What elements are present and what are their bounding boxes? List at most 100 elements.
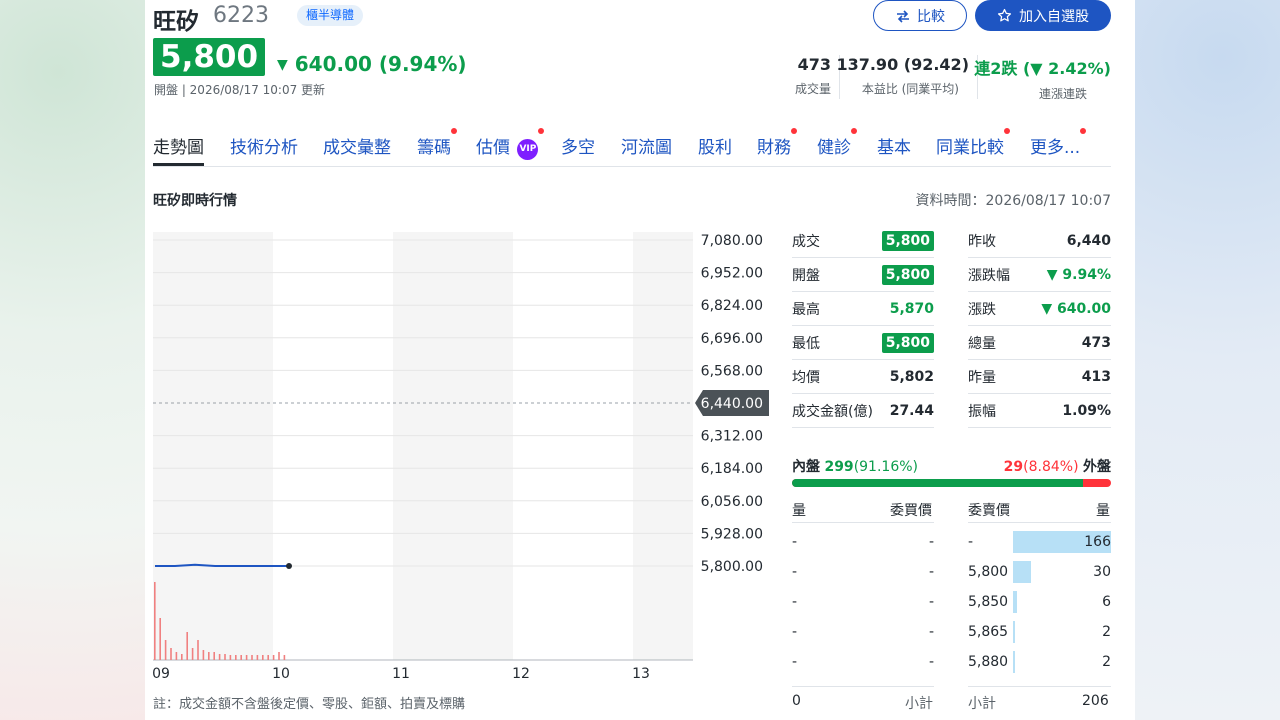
tab-chips[interactable]: 籌碼: [417, 128, 457, 158]
tab-label: 基本: [877, 138, 911, 158]
stat-value: 473: [797, 55, 831, 74]
quote-value: 473: [1081, 334, 1111, 351]
background-right: [1135, 0, 1280, 720]
tab-technical[interactable]: 技術分析: [230, 133, 298, 158]
quote-value: 5,802: [889, 368, 934, 385]
quote-label: 成交: [792, 233, 820, 250]
quote-label: 成交金額(億): [792, 403, 873, 420]
volume-bar: [224, 654, 226, 660]
reference-price-label: 6,440.00: [701, 396, 763, 412]
intraday-chart[interactable]: 7,080.00 6,952.00 6,824.00 6,696.00 6,568.00…: [153, 232, 773, 680]
bid-price: -: [928, 654, 934, 670]
hour-band: [393, 232, 513, 660]
quote-row-right: 總量 473: [968, 326, 1111, 360]
tab-peer-comparison[interactable]: 同業比較: [936, 128, 1010, 158]
tab-trend[interactable]: 走勢圖: [153, 133, 204, 166]
x-tick-label: 12: [512, 666, 530, 680]
bid-volume: -: [792, 534, 798, 550]
vip-badge: VIP: [517, 139, 539, 160]
hour-band: [153, 232, 273, 660]
quote-label: 最低: [792, 335, 820, 352]
footnote: 註：成交金額不含盤後定價、零股、鉅額、拍賣及標購: [153, 697, 466, 712]
x-tick-label: 13: [632, 666, 650, 680]
quote-row-left: 最低 5,800: [792, 326, 934, 360]
quote-row-left: 均價 5,802: [792, 360, 934, 394]
quote-label: 漲跌: [968, 301, 996, 318]
tab-label: 估價: [476, 138, 510, 158]
quote-label: 最高: [792, 301, 820, 318]
quote-row-left: 最高 5,870: [792, 292, 934, 326]
hour-band: [273, 232, 393, 660]
ask-price: 5,865: [968, 624, 1009, 640]
ask-subtotal-label: 小計: [968, 696, 996, 712]
y-tick-label: 5,800.00: [701, 559, 763, 575]
volume-bar: [202, 650, 205, 660]
volume-bar: [278, 652, 280, 660]
tab-more[interactable]: 更多...: [1030, 128, 1087, 158]
tab-label: 同業比較: [936, 138, 1004, 158]
notification-dot: [538, 128, 545, 134]
ask-volume-bar: [1013, 591, 1017, 613]
add-watchlist-button[interactable]: 加入自選股: [975, 0, 1111, 31]
volume-bar: [283, 655, 286, 660]
volume-bar: [197, 640, 199, 660]
quote-label: 振幅: [968, 403, 996, 420]
quote-row-right: 昨收 6,440: [968, 224, 1111, 258]
volume-bar: [235, 655, 237, 660]
ask-price: 5,800: [968, 564, 1009, 580]
tab-trade-summary[interactable]: 成交彙整: [323, 133, 391, 158]
bid-volume: -: [792, 564, 798, 580]
quote-row-right: 漲跌幅 ▼ 9.94%: [968, 258, 1111, 292]
compare-icon: [897, 9, 909, 23]
stock-code: 6223: [213, 3, 269, 28]
ask-volume-header: 量: [1096, 503, 1110, 519]
ask-volume: 6: [1102, 594, 1111, 610]
y-tick-label: 5,928.00: [701, 526, 763, 542]
tab-dividend[interactable]: 股利: [698, 133, 732, 158]
tab-valuation[interactable]: 估價 VIP: [476, 128, 545, 160]
quote-value: 5,800: [881, 230, 934, 251]
outer-pct: (8.84%): [1023, 459, 1079, 475]
industry-tag[interactable]: 櫃半導體: [297, 5, 364, 26]
tab-basic[interactable]: 基本: [877, 133, 911, 158]
y-tick-label: 7,080.00: [701, 233, 763, 249]
volume-bar: [245, 655, 248, 660]
y-tick-label: 6,056.00: [701, 494, 763, 510]
volume-bar: [154, 582, 156, 660]
tab-label: 成交彙整: [323, 138, 391, 158]
tab-river-chart[interactable]: 河流圖: [621, 133, 672, 158]
ask-price: 5,850: [968, 594, 1009, 610]
volume-bar: [191, 648, 194, 660]
volume-bar: [240, 655, 242, 660]
ask-volume: 30: [1093, 564, 1111, 580]
bid-total-volume: 0: [792, 693, 801, 709]
x-tick-label: 11: [392, 666, 410, 680]
volume-bar: [175, 652, 178, 660]
stat-value: 137.90 (92.42): [836, 55, 969, 74]
notification-dot: [1080, 128, 1087, 134]
volume-bar: [170, 648, 172, 660]
volume-bar: [218, 654, 221, 660]
background-left: [0, 0, 145, 720]
quote-row-left: 成交金額(億) 27.44: [792, 394, 934, 428]
stat-label: 連漲連跌: [1038, 87, 1087, 101]
inner-fill: [792, 479, 1083, 487]
tab-long-short[interactable]: 多空: [561, 133, 595, 158]
quote-value: 5,870: [889, 300, 934, 317]
volume-bar: [186, 632, 188, 660]
quote-value: 1.09%: [1062, 402, 1111, 419]
stock-quote-panel: 旺矽 6223 櫃半導體 比較 加入自選股 5,800 ▼ 640.00 (9.…: [145, 0, 1135, 720]
tab-health-check[interactable]: 健診: [817, 128, 857, 158]
volume-bar: [208, 652, 210, 660]
quote-value: ▼ 640.00: [1041, 300, 1111, 317]
ask-volume: 2: [1102, 624, 1111, 640]
notification-dot: [851, 128, 857, 134]
volume-bar: [267, 655, 269, 660]
tab-financials[interactable]: 財務: [757, 128, 797, 158]
quote-label: 均價: [792, 369, 820, 386]
compare-button[interactable]: 比較: [873, 0, 967, 31]
bid-price: -: [928, 534, 934, 550]
quote-row-right: 昨量 413: [968, 360, 1111, 394]
inner-label: 內盤: [792, 459, 820, 475]
tab-label: 多空: [561, 138, 595, 158]
